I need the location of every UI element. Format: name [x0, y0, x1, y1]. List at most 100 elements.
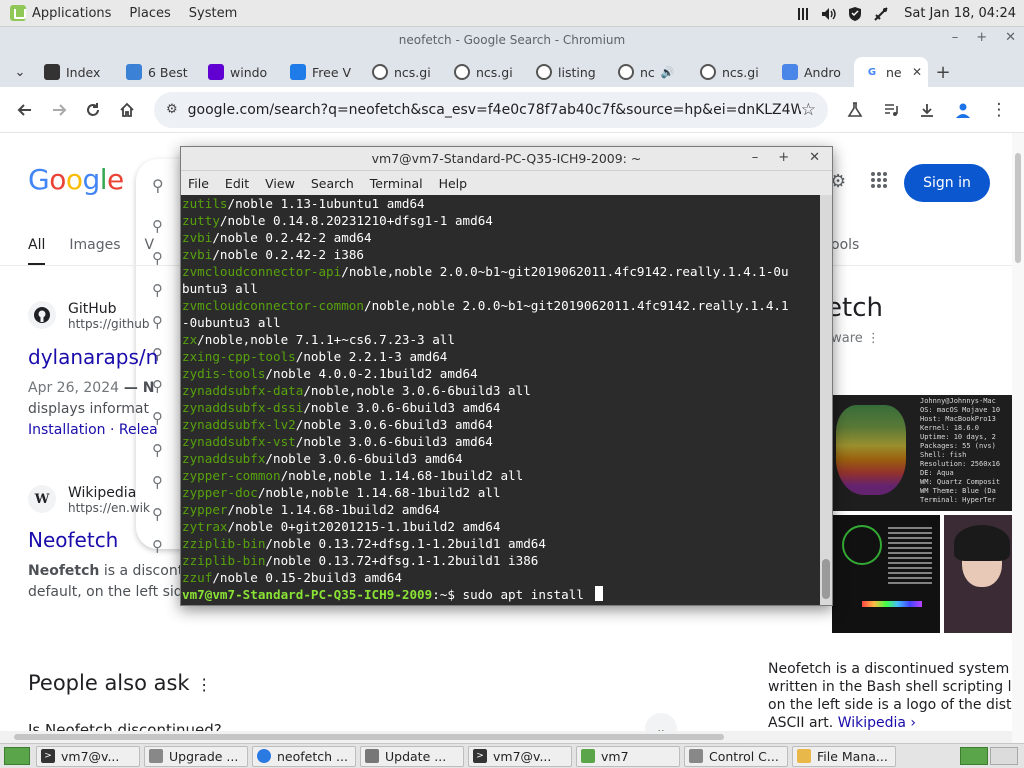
google-logo[interactable]: Google [28, 163, 124, 196]
suggestion-search-icon[interactable]: ⚲ [152, 217, 163, 235]
suggestion-search-icon[interactable]: ⚲ [152, 313, 163, 331]
page-horizontal-scrollbar[interactable] [0, 731, 1012, 743]
result-source[interactable]: W Wikipedia https://en.wik [28, 485, 150, 515]
shield-icon[interactable] [846, 5, 864, 23]
google-apps-icon[interactable] [870, 171, 888, 194]
maximize-button[interactable]: + [976, 30, 987, 45]
terminal-prompt-line[interactable]: vm7@vm7-Standard-PC-Q35-ICH9-2009:~$ sud… [182, 586, 821, 603]
result-title-link[interactable]: Neofetch [28, 528, 118, 552]
close-button[interactable]: ✕ [1005, 30, 1016, 45]
taskbar-window-button[interactable]: Control C... [684, 745, 788, 767]
neofetch-screenshot-image[interactable]: Johnny@Johnnys-Mac OS: macOS Mojave 10 Hos… [828, 395, 1014, 511]
browser-menu-icon[interactable]: ⋮ [982, 93, 1016, 127]
package-name: zutty [182, 213, 220, 228]
window-titlebar[interactable]: neofetch - Google Search - Chromium – + … [0, 27, 1024, 53]
audio-playing-icon[interactable]: 🔊 [661, 66, 675, 79]
taskbar-window-button[interactable]: neofetch ... [252, 745, 356, 767]
back-button[interactable] [8, 93, 42, 127]
browser-tab[interactable]: Free V [280, 57, 362, 87]
package-details: /noble 0.15-2build3 amd64 [212, 570, 402, 585]
typed-command[interactable]: sudo apt install [455, 587, 591, 602]
logo-letter: o [65, 163, 83, 196]
terminal-scrollbar[interactable] [820, 195, 832, 605]
package-name: zynaddsubfx-lv2 [182, 417, 296, 432]
address-bar[interactable]: ⚙ google.com/search?q=neofetch&sca_esv=f… [154, 91, 828, 128]
tab-close-icon[interactable]: ✕ [912, 65, 922, 79]
taskbar-window-button[interactable]: Upgrade ... [144, 745, 248, 767]
terminal-menu-view[interactable]: View [265, 176, 295, 191]
terminal-menu-file[interactable]: File [188, 176, 209, 191]
mint-menu-icon[interactable] [10, 5, 26, 21]
terminal-menu-edit[interactable]: Edit [225, 176, 249, 191]
suggestion-search-icon[interactable]: ⚲ [152, 505, 163, 523]
more-options-icon[interactable]: ⋮ [867, 331, 880, 346]
terminal-menu-terminal[interactable]: Terminal [370, 176, 423, 191]
url-text[interactable]: google.com/search?q=neofetch&sca_esv=f4e… [188, 102, 801, 118]
browser-tab[interactable]: ncs.gi [690, 57, 772, 87]
network-icon[interactable] [872, 5, 890, 23]
profile-icon[interactable] [946, 93, 980, 127]
tab-search-button[interactable]: ⌄ [6, 57, 34, 87]
taskbar-window-button[interactable]: > vm7@v... [36, 745, 140, 767]
workspace-2-button[interactable] [990, 747, 1018, 765]
sign-in-button[interactable]: Sign in [904, 164, 990, 202]
terminal-maximize-button[interactable]: + [778, 150, 789, 165]
taskbar-window-button[interactable]: > vm7@v... [468, 745, 572, 767]
bookmark-star-icon[interactable]: ☆ [801, 100, 816, 120]
suggestion-search-icon[interactable]: ⚲ [152, 473, 163, 491]
browser-tab[interactable]: ncs.gi [444, 57, 526, 87]
workspace-1-button[interactable] [960, 747, 988, 765]
show-desktop-button[interactable] [4, 747, 30, 765]
terminal-output[interactable]: zutils/noble 1.13-1ubuntu1 amd64 zutty/no… [181, 195, 821, 605]
sliders-icon[interactable] [794, 5, 812, 23]
home-button[interactable] [110, 93, 144, 127]
tab-videos[interactable]: V [145, 237, 155, 266]
suggestion-search-icon[interactable]: ⚲ [152, 441, 163, 459]
terminal-close-button[interactable]: ✕ [809, 150, 820, 165]
result-sitelinks[interactable]: Installation · Relea [28, 422, 158, 438]
site-info-icon[interactable]: ⚙ [166, 102, 178, 117]
browser-tab[interactable]: Index [34, 57, 116, 87]
terminal-titlebar[interactable]: vm7@vm7-Standard-PC-Q35-ICH9-2009: ~ – +… [181, 147, 832, 171]
taskbar-window-button[interactable]: File Mana... [792, 745, 896, 767]
taskbar-window-button[interactable]: vm7 [576, 745, 680, 767]
search-icon[interactable]: ⚲ [152, 176, 164, 195]
browser-tab[interactable]: windo [198, 57, 280, 87]
tab-images[interactable]: Images [69, 237, 120, 266]
browser-tab[interactable]: Andro [772, 57, 854, 87]
applications-menu[interactable]: Applications [32, 6, 111, 21]
wikipedia-link[interactable]: Wikipedia › [838, 715, 916, 731]
browser-tab[interactable]: Gne ✕ [854, 57, 928, 87]
result-title-link[interactable]: dylanaraps/n [28, 345, 158, 369]
suggestion-search-icon[interactable]: ⚲ [152, 537, 163, 555]
terminal-minimize-button[interactable]: – [752, 150, 759, 165]
browser-tab[interactable]: listing [526, 57, 608, 87]
system-menu[interactable]: System [189, 6, 237, 21]
browser-tab[interactable]: nc 🔊 [608, 57, 690, 87]
forward-button[interactable] [42, 93, 76, 127]
result-source[interactable]: GitHub https://github [28, 301, 150, 331]
volume-icon[interactable] [820, 5, 838, 23]
terminal-menu-search[interactable]: Search [311, 176, 354, 191]
tab-all[interactable]: All [28, 237, 46, 266]
taskbar-window-button[interactable]: Update ... [360, 745, 464, 767]
places-menu[interactable]: Places [129, 6, 170, 21]
clock[interactable]: Sat Jan 18, 04:24 [904, 6, 1016, 21]
browser-tab[interactable]: 6 Best [116, 57, 198, 87]
reload-button[interactable] [76, 93, 110, 127]
tools-button[interactable]: ools [831, 237, 859, 253]
terminal-menu-help[interactable]: Help [439, 176, 468, 191]
browser-tab[interactable]: ncs.gi [362, 57, 444, 87]
suggestion-search-icon[interactable]: ⚲ [152, 281, 163, 299]
minimize-button[interactable]: – [952, 30, 959, 45]
more-options-icon[interactable]: ⋮ [196, 675, 212, 694]
downloads-icon[interactable] [910, 93, 944, 127]
labs-flask-icon[interactable] [838, 93, 872, 127]
result-snippet: Neofetch is a discontinu [28, 561, 205, 582]
page-vertical-scrollbar[interactable] [1012, 133, 1024, 743]
people-also-ask-heading: People also ask ⋮ [28, 671, 212, 695]
anime-screenshot-image[interactable] [944, 515, 1022, 633]
new-tab-button[interactable]: + [928, 57, 958, 87]
media-controls-icon[interactable] [874, 93, 908, 127]
terminal-screenshot-image[interactable] [832, 515, 940, 633]
